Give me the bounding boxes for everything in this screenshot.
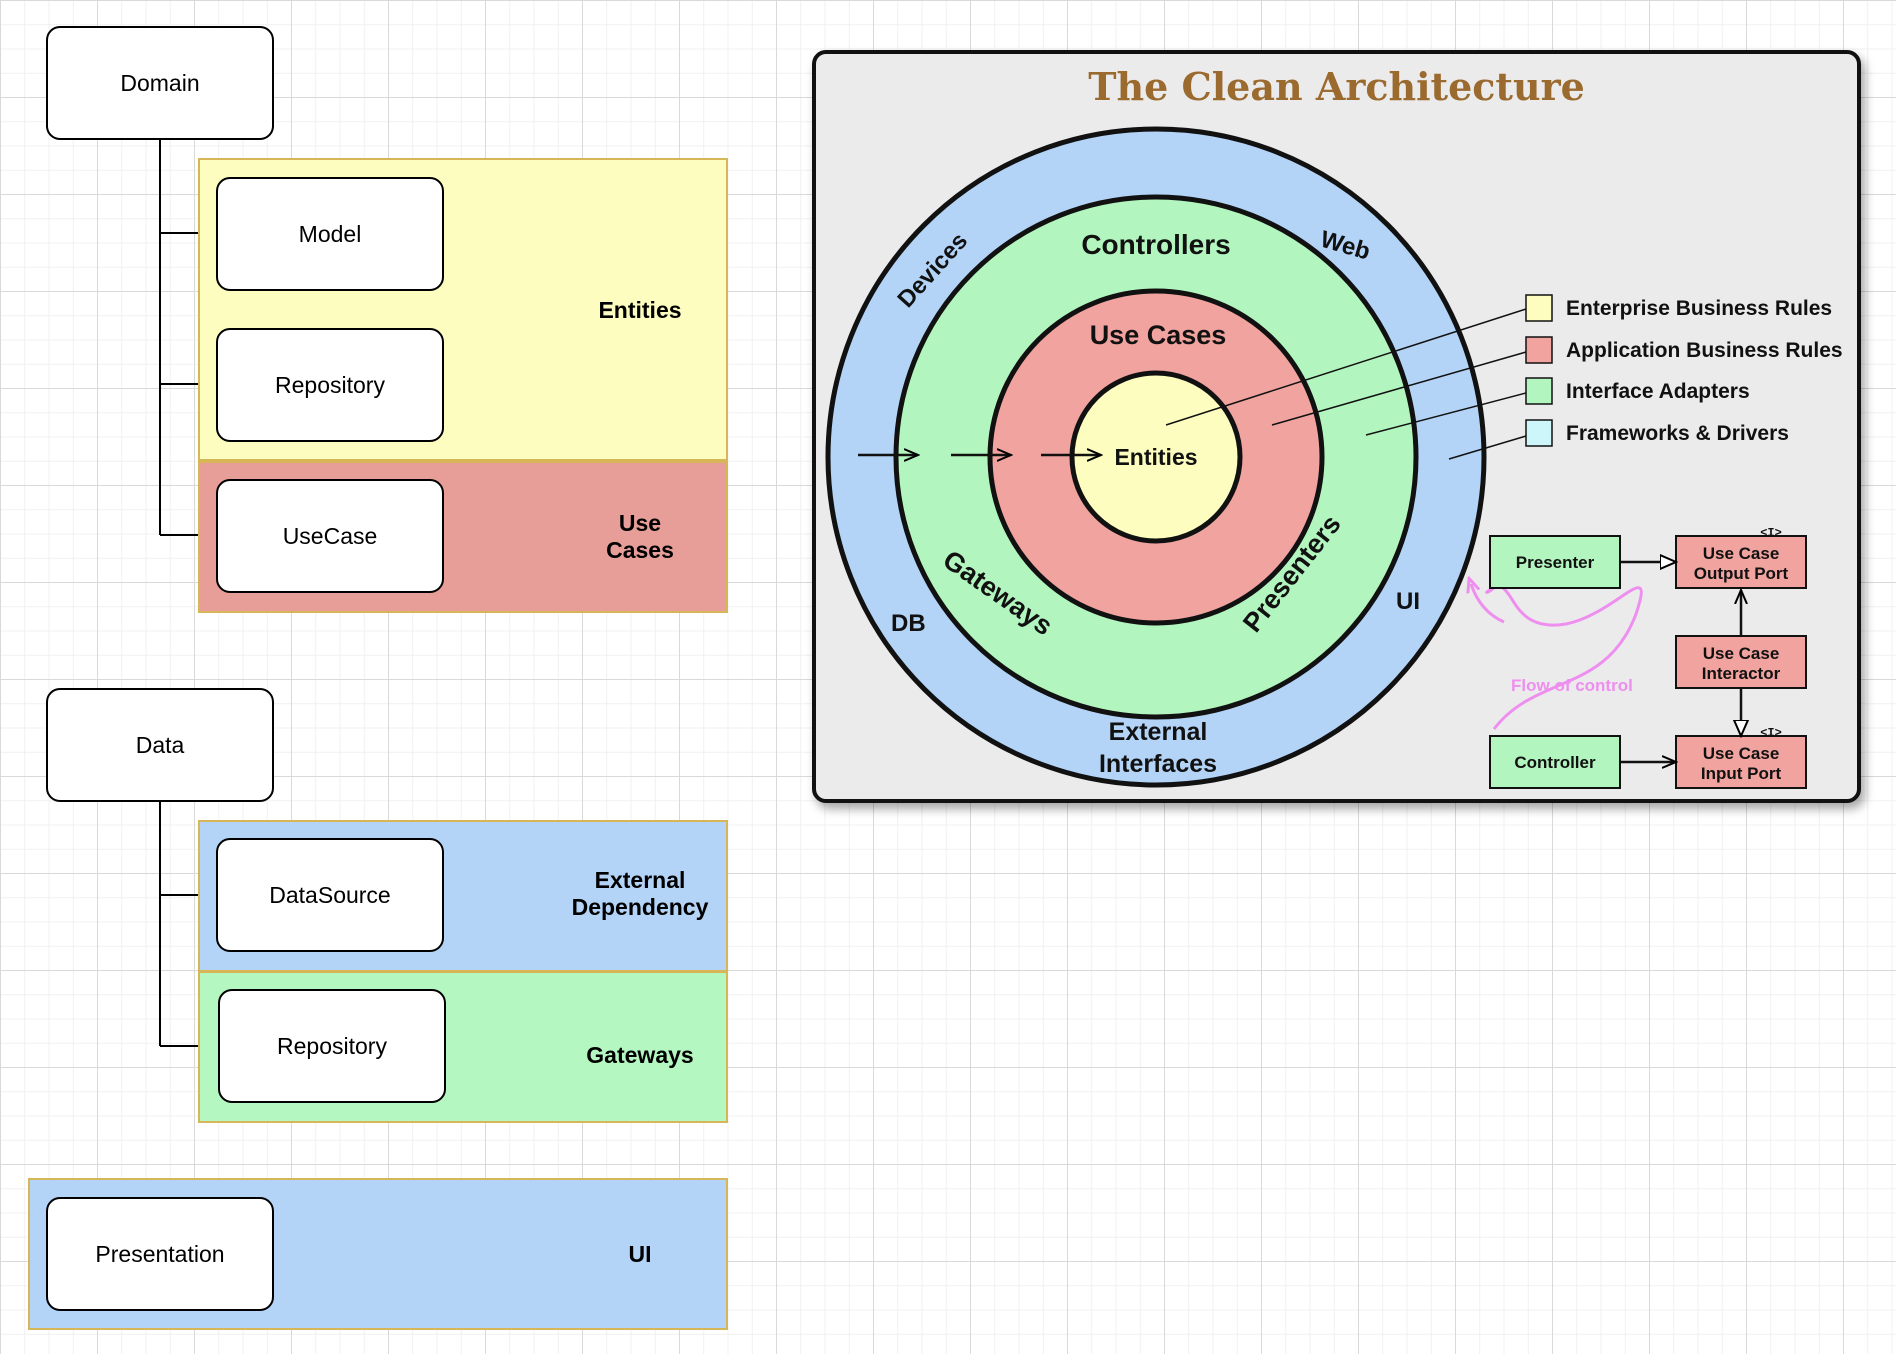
input-port-interface-marker: <I> [1760, 726, 1782, 740]
usecase-node[interactable]: UseCase [216, 479, 444, 593]
ring-label-external: External [1109, 718, 1208, 746]
legend-label-frameworks: Frameworks & Drivers [1566, 422, 1789, 445]
domain-node-label: Domain [120, 69, 200, 96]
clean-architecture-figure[interactable]: The Clean Architecture Devices Web Contr… [812, 50, 1861, 803]
interactor-box-line2: Interactor [1702, 664, 1781, 683]
ui-band-label: UI [628, 1240, 652, 1267]
data-repository-node[interactable]: Repository [218, 989, 446, 1103]
data-node-label: Data [135, 731, 185, 758]
output-port-box-line2: Output Port [1694, 564, 1789, 583]
ring-label-db: DB [891, 610, 926, 637]
entities-band-label: Entities [598, 296, 682, 323]
ring-label-entities: Entities [1114, 444, 1197, 470]
gateways-band-label: Gateways [586, 1041, 694, 1068]
flow-of-control-curve [1485, 582, 1643, 730]
external-dependency-band-label: External Dependency [571, 867, 709, 920]
use-cases-band-label: Use Cases [606, 510, 674, 563]
output-port-interface-marker: <I> [1760, 526, 1782, 540]
domain-repository-node[interactable]: Repository [216, 328, 444, 442]
ring-label-ui: UI [1396, 588, 1420, 615]
legend-swatch-frameworks [1525, 419, 1553, 447]
datasource-node-label: DataSource [269, 881, 391, 908]
presentation-node-label: Presentation [95, 1240, 225, 1267]
model-node-label: Model [298, 220, 362, 247]
legend: Enterprise Business Rules Application Bu… [1525, 294, 1843, 447]
domain-node[interactable]: Domain [46, 26, 274, 140]
legend-label-adapters: Interface Adapters [1566, 380, 1750, 403]
legend-swatch-adapters [1525, 377, 1553, 405]
presenter-box-label: Presenter [1516, 553, 1595, 572]
ring-label-controllers: Controllers [1081, 229, 1230, 260]
input-port-box-line2: Input Port [1701, 764, 1782, 783]
usecase-node-label: UseCase [282, 522, 378, 549]
presentation-node[interactable]: Presentation [46, 1197, 274, 1311]
legend-swatch-application [1525, 336, 1553, 364]
ring-label-interfaces: Interfaces [1099, 750, 1217, 778]
datasource-node[interactable]: DataSource [216, 838, 444, 952]
interactor-box-line1: Use Case [1703, 644, 1780, 663]
clean-architecture-diagram: Devices Web Controllers Use Cases Entiti… [825, 126, 1843, 789]
flow-of-control-diagram: Flow of control Presenter Controller Use… [1471, 526, 1807, 789]
output-port-box-line1: Use Case [1703, 544, 1780, 563]
ring-label-use-cases: Use Cases [1090, 320, 1227, 350]
input-port-box-line1: Use Case [1703, 744, 1780, 763]
data-repository-node-label: Repository [277, 1032, 387, 1059]
data-node[interactable]: Data [46, 688, 274, 802]
legend-label-application: Application Business Rules [1566, 339, 1843, 362]
model-node[interactable]: Model [216, 177, 444, 291]
legend-label-enterprise: Enterprise Business Rules [1566, 297, 1832, 320]
legend-swatch-enterprise [1525, 294, 1553, 322]
flow-of-control-label: Flow of control [1511, 676, 1633, 695]
controller-box-label: Controller [1514, 753, 1596, 772]
domain-repository-node-label: Repository [275, 371, 385, 398]
